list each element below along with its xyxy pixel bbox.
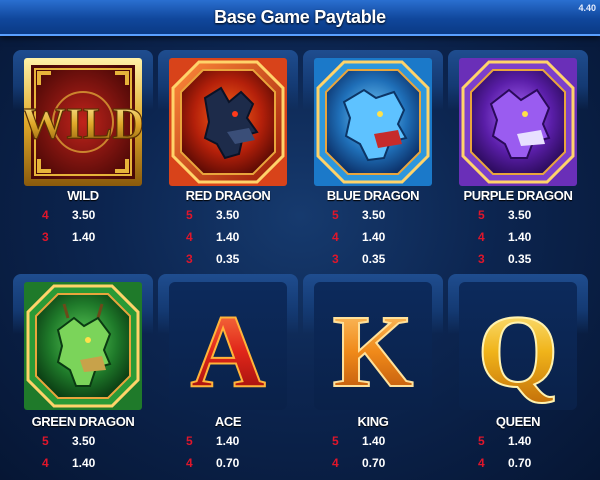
- purple-dragon-icon: [459, 58, 577, 186]
- pay-count: 4: [186, 456, 193, 470]
- wild-symbol-icon: WILD: [24, 58, 142, 186]
- pay-value: 3.50: [508, 208, 532, 222]
- pay-count: 4: [42, 456, 49, 470]
- queen-letter-icon: Q: [459, 282, 577, 410]
- pay-value: 3.50: [216, 208, 240, 222]
- pay-count: 4: [42, 208, 49, 222]
- pay-value: 1.40: [508, 434, 532, 448]
- pay-count: 3: [42, 230, 49, 244]
- pay-count: 5: [332, 434, 339, 448]
- symbol-name-ace: ACE: [214, 414, 242, 429]
- symbol-name-red-dragon: RED DRAGON: [185, 188, 271, 203]
- pay-count: 4: [186, 230, 193, 244]
- pay-count: 3: [478, 252, 485, 266]
- symbol-name-queen: QUEEN: [495, 414, 541, 429]
- pay-count: 4: [478, 230, 485, 244]
- pay-value: 0.35: [508, 252, 532, 266]
- pay-value: 3.50: [362, 208, 386, 222]
- symbol-name-blue-dragon: BLUE DRAGON: [326, 188, 420, 203]
- symbol-name-wild: WILD: [67, 188, 99, 203]
- pay-value: 1.40: [362, 434, 386, 448]
- pay-count: 5: [186, 208, 193, 222]
- green-dragon-icon: [24, 282, 142, 410]
- version-label: 4.40: [578, 3, 596, 13]
- pay-count: 4: [478, 456, 485, 470]
- pay-count: 5: [478, 434, 485, 448]
- blue-dragon-icon: [314, 58, 432, 186]
- pay-count: 5: [186, 434, 193, 448]
- page-title: Base Game Paytable: [214, 7, 386, 27]
- red-dragon-icon: [169, 58, 287, 186]
- pay-value: 1.40: [216, 434, 240, 448]
- pay-count: 5: [478, 208, 485, 222]
- pay-value: 0.35: [362, 252, 386, 266]
- pay-count: 5: [332, 208, 339, 222]
- symbol-name-king: KING: [357, 414, 389, 429]
- pay-count: 5: [42, 434, 49, 448]
- pay-count: 4: [332, 456, 339, 470]
- pay-value: 0.35: [216, 252, 240, 266]
- pay-value: 1.40: [362, 230, 386, 244]
- pay-count: 4: [332, 230, 339, 244]
- pay-value: 0.70: [508, 456, 532, 470]
- pay-value: 3.50: [72, 434, 96, 448]
- pay-value: 1.40: [72, 456, 96, 470]
- king-letter: K: [333, 294, 414, 409]
- ace-letter-icon: A: [169, 282, 287, 410]
- pay-count: 3: [332, 252, 339, 266]
- pay-value: 1.40: [216, 230, 240, 244]
- queen-letter: Q: [478, 294, 559, 409]
- king-letter-icon: K: [314, 282, 432, 410]
- svg-text:WILD: WILD: [24, 99, 142, 148]
- pay-value: 1.40: [72, 230, 96, 244]
- pay-value: 0.70: [362, 456, 386, 470]
- ace-letter: A: [190, 294, 265, 409]
- symbol-name-green-dragon: GREEN DRAGON: [31, 414, 135, 429]
- pay-count: 3: [186, 252, 193, 266]
- pay-value: 3.50: [72, 208, 96, 222]
- pay-value: 1.40: [508, 230, 532, 244]
- symbol-name-purple-dragon: PURPLE DRAGON: [463, 188, 573, 203]
- pay-value: 0.70: [216, 456, 240, 470]
